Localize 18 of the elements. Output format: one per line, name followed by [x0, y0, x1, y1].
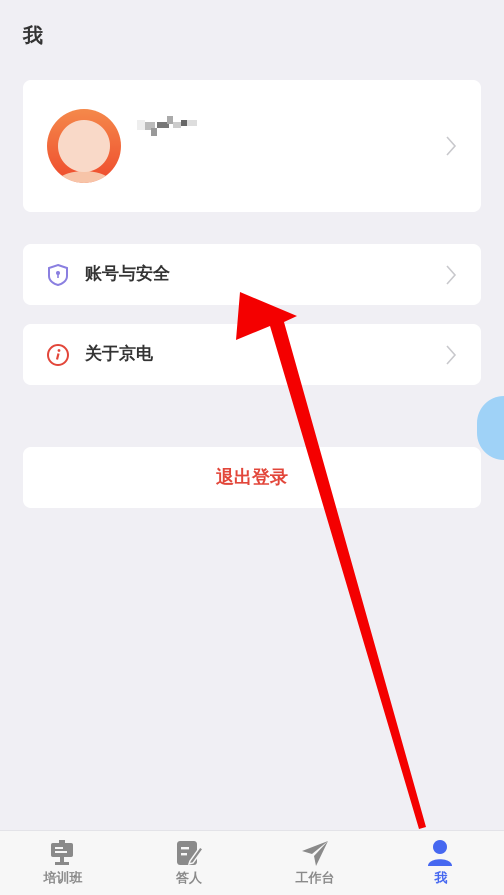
page-title: 我 [22, 22, 44, 48]
menu-item[interactable]: 账号与安全 [23, 244, 481, 305]
info-icon [47, 342, 69, 366]
shield-icon [47, 262, 69, 286]
chevron-icon [445, 344, 457, 366]
edit-icon [174, 839, 204, 867]
floating-assist-button[interactable] [477, 396, 504, 460]
profile-card[interactable] [23, 80, 481, 212]
blurred-name [137, 116, 197, 136]
tab[interactable]: 培训班 [0, 831, 126, 895]
paper-plane-icon [300, 839, 330, 867]
logout-button[interactable]: 退出登录 [23, 447, 481, 508]
tab[interactable]: 答人 [126, 831, 252, 895]
chevron-icon [445, 264, 457, 286]
tab[interactable]: 工作台 [252, 831, 378, 895]
menu-item[interactable]: 关于京电 [23, 324, 481, 385]
tab[interactable]: 我 [378, 831, 504, 895]
chevron-icon [445, 135, 457, 157]
